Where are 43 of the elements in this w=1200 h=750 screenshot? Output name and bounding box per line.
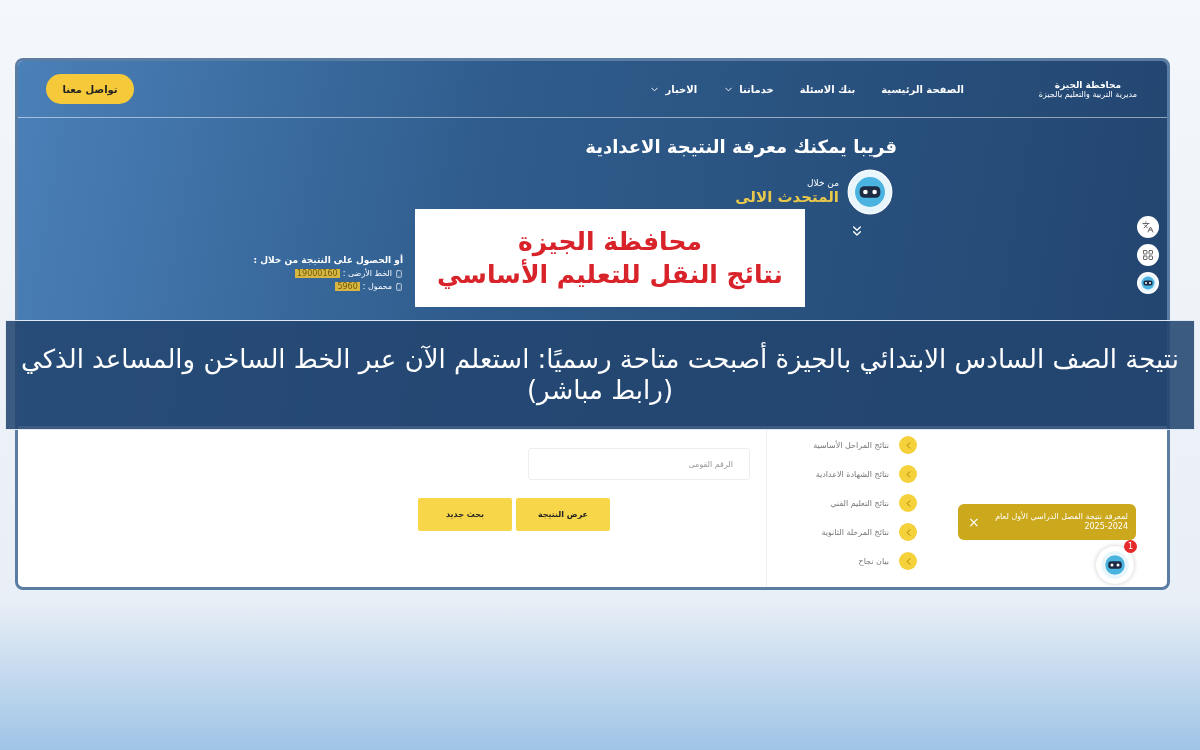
search-button[interactable]: عرض النتيجة — [516, 498, 610, 531]
search-button[interactable]: بحث جديد — [418, 498, 512, 531]
chevron-left-icon — [899, 494, 917, 512]
robot-icon — [1100, 550, 1130, 580]
assistant-label: المتحدث الالى — [735, 188, 839, 206]
notification-badge: 1 — [1124, 540, 1137, 553]
headline-banner: نتيجة الصف السادس الابتدائي بالجيزة أصبحت متاحة رسميًا: استعلم الآن عبر الخط الساخن والمساعد الذكي (رابط مباشر) — [5, 320, 1195, 430]
nav-link[interactable]: الاخبار — [649, 83, 698, 95]
robot-button[interactable] — [1137, 272, 1159, 294]
contact-button[interactable]: تواصل معنا — [46, 74, 134, 104]
nav-link[interactable]: بنك الاسئلة — [799, 83, 856, 95]
toast-text: لمعرفة نتيجة الفصل الدراسي الأول لعام 2024-2025 — [994, 511, 1128, 533]
results-menu-link[interactable]: نتائج التعليم الفني — [767, 494, 917, 512]
translate-button[interactable] — [1137, 216, 1159, 238]
translate-icon — [1142, 221, 1154, 233]
grid-icon — [1142, 249, 1154, 261]
logo-title: محافظة الجيزة — [1054, 79, 1122, 90]
logo-subtitle: مديرية التربية والتعليم بالجيزة — [1038, 89, 1137, 99]
robot-icon — [847, 169, 893, 215]
chevron-left-icon — [899, 436, 917, 454]
phone-icon — [395, 269, 403, 278]
notice-line: محافظة الجيزة — [518, 227, 702, 256]
chevron-left-icon — [899, 552, 917, 570]
chevron-left-icon — [899, 523, 917, 541]
grid-button[interactable] — [1137, 244, 1159, 266]
results-menu-link[interactable]: نتائج المراحل الأساسية — [767, 436, 917, 454]
robot-icon — [1138, 273, 1158, 293]
chevron-left-icon — [899, 465, 917, 483]
phone-label: محمول : — [362, 282, 392, 291]
hero-headline: قريبا يمكنك معرفة النتيجة الاعدادية — [584, 136, 897, 157]
results-menu-link[interactable]: نتائج المرحلة الثانوية — [767, 523, 917, 541]
nav-link[interactable]: الصفحة الرئيسية — [881, 83, 964, 95]
phone-number: 5960 — [335, 282, 360, 291]
notice-line: نتائج النقل للتعليم الأساسي — [437, 260, 783, 289]
nav-link[interactable]: خدماتنا — [723, 83, 774, 95]
national-id-field[interactable]: الرقم القومى — [528, 448, 750, 480]
results-menu-link[interactable]: بيان نجاح — [767, 552, 917, 570]
phone-label: الخط الأرضى : — [342, 269, 392, 278]
info-title: أو الحصول على النتيجة من خلال : — [253, 255, 403, 265]
via-label: من خلال — [806, 178, 839, 188]
phone-number: 19000160 — [294, 269, 340, 278]
phone-icon — [395, 282, 403, 291]
results-menu-link[interactable]: نتائج الشهادة الاعدادية — [767, 465, 917, 483]
